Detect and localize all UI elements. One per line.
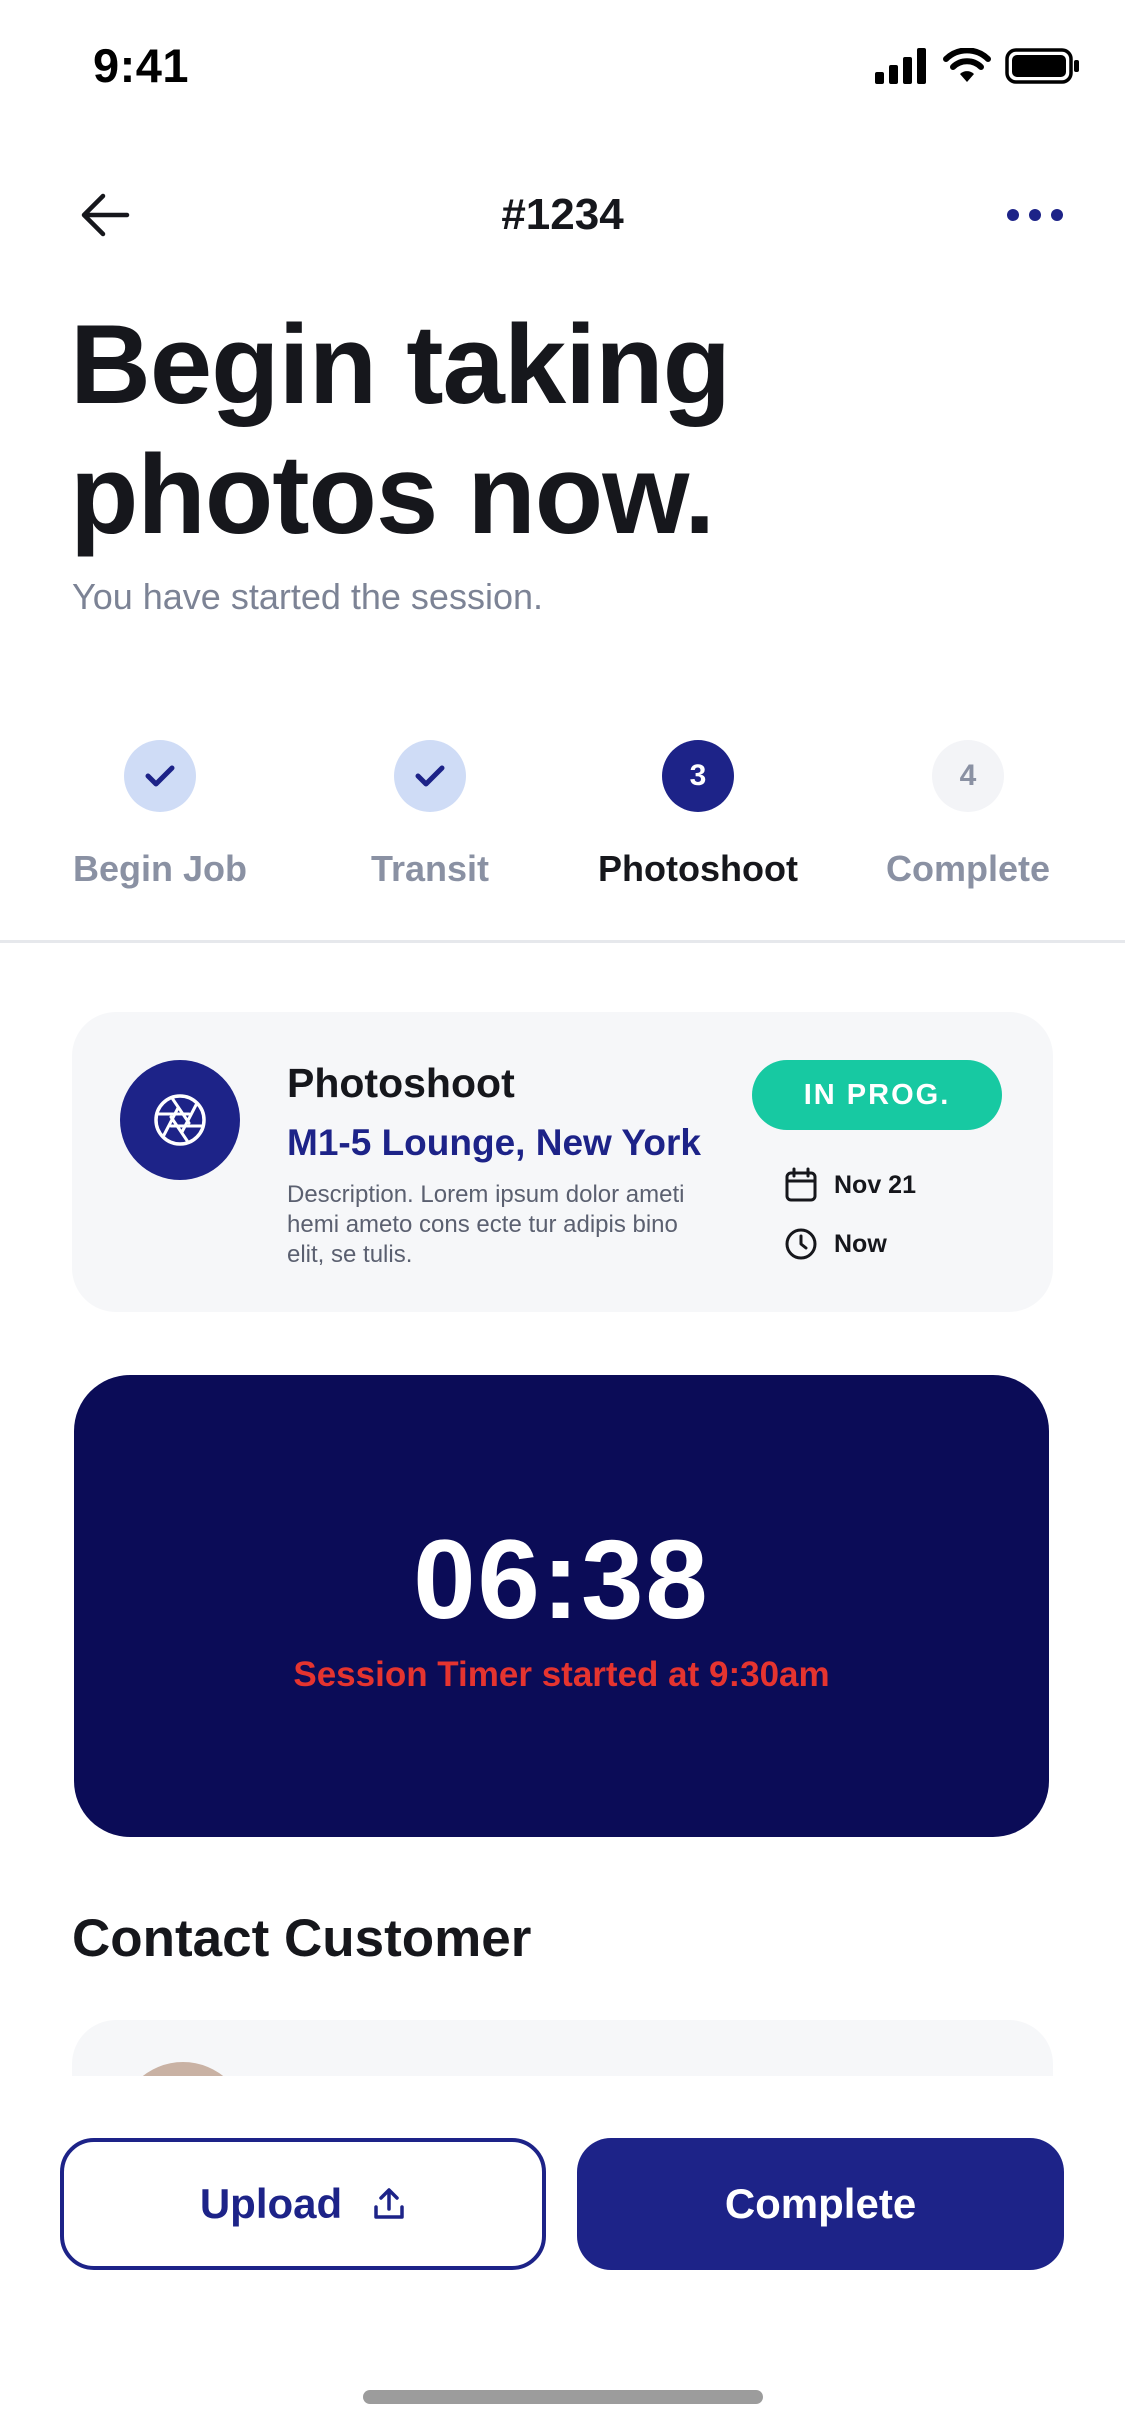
status-bar: 9:41	[0, 0, 1125, 132]
timer-note: Session Timer started at 9:30am	[293, 1655, 830, 1694]
step-photoshoot[interactable]: 3 Photoshoot	[563, 740, 833, 890]
status-time: 9:41	[93, 39, 190, 92]
clock-icon	[785, 1228, 817, 1260]
step-label: Begin Job	[72, 848, 247, 889]
session-timer-card: 06:38 Session Timer started at 9:30am	[74, 1375, 1049, 1837]
job-title: Photoshoot	[287, 1060, 515, 1106]
step-label: Transit	[370, 848, 490, 889]
timer-value: 06:38	[413, 1517, 710, 1642]
upload-button-label: Upload	[199, 2180, 343, 2227]
wifi-icon	[943, 48, 991, 82]
job-time-label: Now	[834, 1229, 887, 1258]
job-number-title: #1234	[501, 190, 624, 239]
job-location: M1-5 Lounge, New York	[287, 1122, 701, 1163]
job-avatar	[120, 1060, 240, 1180]
upload-button[interactable]: Upload	[60, 2138, 546, 2270]
upload-icon	[374, 2188, 404, 2219]
job-description: Description. Lorem ipsum dolor ameti hem…	[287, 1181, 685, 1268]
step-complete[interactable]: 4 Complete	[833, 740, 1103, 890]
progress-stepper: Begin Job Transit 3 Photoshoot 4 Complet…	[0, 740, 1125, 940]
check-icon	[415, 765, 445, 787]
divider	[0, 940, 1125, 943]
step-complete-indicator	[124, 740, 196, 812]
page-title: Begin taking photos now.	[70, 302, 731, 557]
bottom-action-bar: Upload Complete	[0, 2076, 1125, 2436]
battery-icon	[1005, 48, 1079, 84]
more-options-button[interactable]	[995, 190, 1075, 240]
step-complete-indicator	[394, 740, 466, 812]
page-subtitle: You have started the session.	[72, 576, 543, 617]
complete-button[interactable]: Complete	[577, 2138, 1064, 2270]
job-time: Now	[784, 1227, 887, 1261]
more-horizontal-icon	[1007, 209, 1063, 221]
status-badge: IN PROG.	[752, 1060, 1002, 1130]
camera-aperture-icon	[154, 1094, 206, 1146]
check-icon	[145, 765, 175, 787]
contact-section-title: Contact Customer	[72, 1909, 532, 1968]
calendar-icon	[785, 1167, 817, 1202]
status-icons	[875, 48, 1081, 84]
job-details-card[interactable]: Photoshoot M1-5 Lounge, New York Descrip…	[72, 1012, 1053, 1312]
step-begin-job[interactable]: Begin Job	[25, 740, 295, 890]
nav-bar: #1234	[0, 170, 1125, 260]
step-label: Complete	[885, 848, 1051, 889]
step-number-indicator: 4	[932, 740, 1004, 812]
job-date-label: Nov 21	[834, 1170, 916, 1199]
complete-button-label: Complete	[724, 2180, 917, 2227]
step-transit[interactable]: Transit	[295, 740, 565, 890]
job-date: Nov 21	[784, 1167, 916, 1203]
cellular-signal-icon	[875, 48, 926, 84]
home-indicator	[363, 2390, 763, 2404]
step-label: Photoshoot	[598, 848, 798, 889]
step-number-indicator: 3	[662, 740, 734, 812]
